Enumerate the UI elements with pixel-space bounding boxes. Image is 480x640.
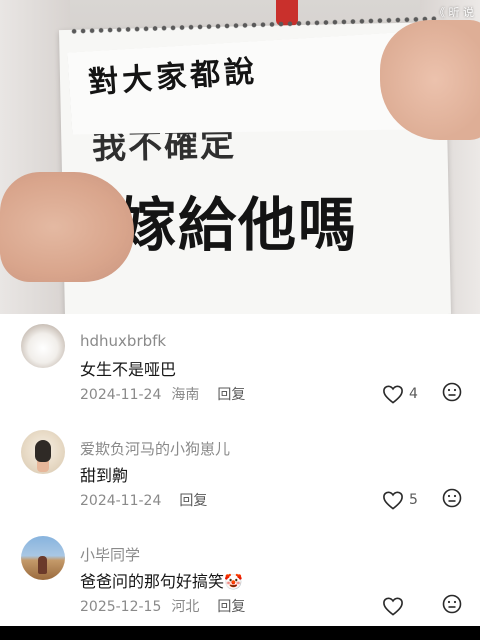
- comment-list[interactable]: hdhuxbrbfk 女生不是哑巴 2024-11-24 海南 回复 4 爱欺负河马…: [0, 314, 480, 626]
- comment-text: 女生不是哑巴: [80, 360, 177, 379]
- comment-meta: 2024-11-24 海南 回复: [80, 384, 255, 404]
- comment-date: 2025-12-15: [80, 599, 162, 615]
- comment-text-wrapper: 爸爸问的那句好搞笑🤡: [80, 568, 243, 592]
- handwriting-line-3: 嫁給他嗎: [118, 191, 359, 259]
- comment-username[interactable]: 爱欺负河马的小狗崽儿: [80, 438, 230, 459]
- avatar[interactable]: [21, 536, 65, 580]
- comment-item: 小毕同学 爸爸问的那句好搞笑🤡 2025-12-15 河北 回复: [0, 526, 480, 632]
- comment-location: 河北: [171, 599, 200, 615]
- reply-button[interactable]: 回复: [179, 493, 207, 509]
- clown-emoji: 🤡: [224, 573, 243, 591]
- like-button[interactable]: 5: [382, 488, 418, 512]
- video-frame[interactable]: 我不確定 對大家都說 嫁給他嗎 《 昕 说: [0, 0, 480, 314]
- comment-date: 2024-11-24: [80, 493, 162, 509]
- comment-username[interactable]: 小毕同学: [80, 544, 140, 565]
- comment-meta: 2024-11-24 回复: [80, 490, 217, 510]
- comment-text: 爸爸问的那句好搞笑: [80, 572, 225, 591]
- avatar[interactable]: [21, 324, 65, 368]
- heart-outline-icon: [383, 385, 403, 404]
- comment-meta: 2025-12-15 河北 回复: [80, 596, 255, 616]
- like-count: 5: [409, 492, 418, 508]
- comment-item: hdhuxbrbfk 女生不是哑巴 2024-11-24 海南 回复 4: [0, 314, 480, 420]
- heart-outline-icon: [383, 491, 403, 510]
- neutral-face-icon[interactable]: [442, 488, 462, 508]
- comment-location: 海南: [171, 387, 200, 403]
- heart-outline-icon: [383, 597, 403, 616]
- like-count: 4: [409, 386, 418, 402]
- neutral-face-icon[interactable]: [442, 594, 462, 614]
- comment-username[interactable]: hdhuxbrbfk: [80, 332, 166, 350]
- bottom-bar: [0, 626, 480, 640]
- like-button[interactable]: [382, 594, 404, 618]
- comment-date: 2024-11-24: [80, 387, 162, 403]
- video-overlay-caption: 《 昕 说: [434, 6, 474, 19]
- avatar[interactable]: [21, 430, 65, 474]
- comment-item: 爱欺负河马的小狗崽儿 甜到齁 2024-11-24 回复 5: [0, 420, 480, 526]
- left-hand: [0, 172, 134, 282]
- reply-button[interactable]: 回复: [217, 387, 245, 403]
- neutral-face-icon[interactable]: [442, 382, 462, 402]
- like-button[interactable]: 4: [382, 382, 418, 406]
- comment-text: 甜到齁: [80, 466, 129, 485]
- reply-button[interactable]: 回复: [217, 599, 245, 615]
